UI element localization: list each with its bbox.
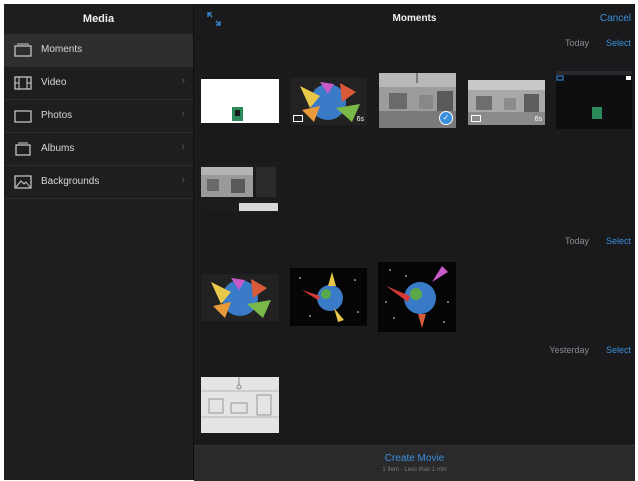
planet-thumbnail-image	[290, 268, 367, 326]
moments-icon	[14, 43, 32, 57]
page-title: Moments	[392, 13, 437, 24]
thumbnail-screenshot[interactable]	[201, 163, 278, 212]
sidebar-item-label: Video	[41, 77, 67, 88]
sidebar-item-photos[interactable]: Photos ›	[4, 100, 193, 133]
screenshot-thumbnail-image	[201, 163, 278, 212]
sidebar-item-label: Photos	[41, 110, 73, 121]
thumbnail-video[interactable]: 6s	[290, 78, 367, 125]
planet-thumbnail-image	[201, 274, 279, 321]
select-button[interactable]: Select	[606, 345, 631, 355]
sidebar-item-label: Moments	[41, 44, 83, 55]
film-icon	[14, 76, 32, 90]
select-button[interactable]: Select	[606, 236, 631, 246]
selected-check-icon: ✓	[439, 111, 453, 125]
section-date: Today	[564, 38, 589, 48]
thumbnail-photo[interactable]	[290, 268, 367, 326]
sidebar-item-moments[interactable]: Moments	[4, 34, 193, 67]
thumbnail-video[interactable]: 6s	[468, 80, 545, 125]
section-date: Yesterday	[549, 345, 589, 355]
sidebar-item-albums[interactable]: Albums ›	[4, 133, 193, 166]
video-camera-icon	[293, 115, 303, 122]
screenshot-thumbnail-image	[556, 71, 632, 129]
duration-badge: 6s	[534, 116, 542, 123]
video-camera-icon	[471, 115, 481, 122]
cancel-button[interactable]: Cancel	[600, 13, 631, 24]
chevron-right-icon: ›	[181, 75, 185, 87]
sidebar-title: Media	[82, 13, 115, 25]
thumbnail-screenshot[interactable]	[556, 71, 632, 129]
sidebar-item-label: Albums	[41, 143, 75, 154]
chevron-right-icon: ›	[181, 108, 185, 120]
thumbnail-photo[interactable]	[201, 377, 279, 433]
imovie-media-browser: Media Moments Video › Photos › Albums › …	[4, 4, 635, 481]
photo-icon	[14, 110, 32, 123]
section-date: Today	[564, 236, 589, 246]
bottom-bar: Create Movie 1 Item - Less than 1 min	[194, 445, 635, 481]
photo-thumbnail-image	[201, 79, 279, 123]
sidebar-item-label: Backgrounds	[41, 176, 100, 187]
planet-thumbnail-image	[378, 262, 456, 332]
sidebar-item-backgrounds[interactable]: Backgrounds ›	[4, 166, 193, 199]
sidebar-item-video[interactable]: Video ›	[4, 67, 193, 100]
thumbnail-photo[interactable]	[201, 274, 279, 321]
thumbnail-photo[interactable]	[201, 79, 279, 123]
chevron-right-icon: ›	[181, 174, 185, 186]
media-sidebar: Media Moments Video › Photos › Albums › …	[4, 4, 194, 480]
select-button[interactable]: Select	[606, 38, 631, 48]
album-icon	[15, 142, 31, 156]
thumbnail-selected[interactable]: ✓	[379, 73, 456, 128]
thumbnail-photo[interactable]	[378, 262, 456, 332]
chevron-right-icon: ›	[181, 141, 185, 153]
background-icon	[14, 175, 32, 189]
top-bar: Moments Cancel	[194, 4, 635, 34]
selection-summary: 1 Item - Less than 1 min	[382, 467, 447, 473]
duration-badge: 6s	[356, 116, 364, 123]
moments-panel: Moments Cancel Today Select 6s ✓ 6s Toda…	[194, 4, 635, 481]
sketch-thumbnail-image	[201, 377, 279, 433]
create-movie-button[interactable]: Create Movie	[194, 453, 635, 464]
